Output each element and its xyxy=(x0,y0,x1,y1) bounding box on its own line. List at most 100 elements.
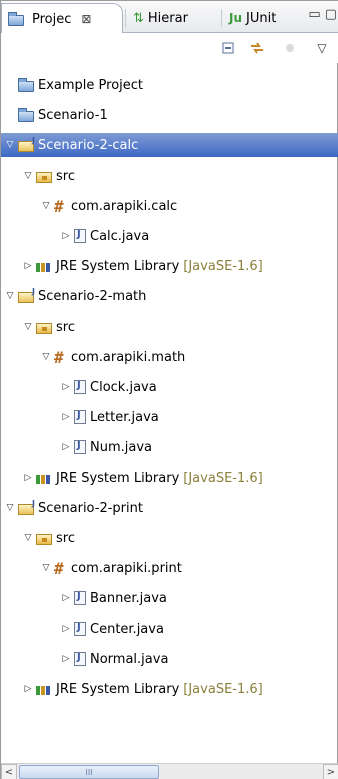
tree-item-label: com.arapiki.print xyxy=(71,560,182,576)
java-file-icon xyxy=(74,229,86,243)
tree-item[interactable]: Scenario-1 xyxy=(1,103,338,127)
tree-item[interactable]: ▷ Normal.java xyxy=(1,647,338,671)
tab-project-explorer[interactable]: Projec ⊠ xyxy=(1,3,123,34)
tree-item[interactable]: ▽ src xyxy=(1,164,338,188)
maximize-icon[interactable]: ▢ xyxy=(325,7,337,22)
scroll-thumb[interactable]: III xyxy=(19,765,159,779)
tree-item[interactable]: ▷ Center.java xyxy=(1,617,338,641)
tree-item[interactable]: ▷ Clock.java xyxy=(1,375,338,399)
tree-item-label: src xyxy=(56,530,75,546)
tree-item-label: Normal.java xyxy=(90,651,169,667)
expand-icon[interactable]: ▷ xyxy=(61,382,71,392)
expand-icon[interactable]: ▷ xyxy=(61,654,71,664)
java-project-icon xyxy=(18,499,35,515)
package-icon xyxy=(54,348,67,367)
folder-icon xyxy=(18,108,34,122)
tree-item-label: Banner.java xyxy=(90,590,167,606)
tree-item-label: Scenario-2-math xyxy=(38,288,147,304)
expand-icon[interactable]: ▷ xyxy=(23,261,33,271)
java-file-icon xyxy=(74,622,86,636)
package-explorer-view: Projec ⊠ ⇅ Hierar Ju JUnit ▭ ▢ ▽ Example… xyxy=(0,0,338,779)
tree-item-label: Scenario-2-calc xyxy=(38,137,139,153)
java-file-icon xyxy=(74,380,86,394)
tree-item[interactable]: ▽ com.arapiki.print xyxy=(1,556,338,580)
tree-item[interactable]: ▽ com.arapiki.math xyxy=(1,345,338,369)
tree-item-label: JRE System Library xyxy=(56,681,180,697)
library-icon xyxy=(36,472,52,484)
java-file-icon xyxy=(74,652,86,666)
tab-label: Hierar xyxy=(147,10,188,26)
tree-item-label: src xyxy=(56,168,75,184)
view-tab-strip: Projec ⊠ ⇅ Hierar Ju JUnit ▭ ▢ xyxy=(1,1,338,34)
jre-version-decoration: [JavaSE-1.6] xyxy=(183,258,263,274)
collapse-icon[interactable]: ▽ xyxy=(23,322,33,332)
tab-junit[interactable]: Ju JUnit xyxy=(223,3,301,33)
view-menu-icon[interactable]: ▽ xyxy=(313,39,331,57)
tree-item[interactable]: ▽ Scenario-2-math xyxy=(1,284,338,308)
tab-label: Projec xyxy=(32,11,72,27)
tab-divider xyxy=(125,9,126,27)
tree-item[interactable]: ▽ com.arapiki.calc xyxy=(1,194,338,218)
tree-item-label: JRE System Library xyxy=(56,258,180,274)
tree-item-label: Scenario-1 xyxy=(38,107,108,123)
collapse-icon[interactable]: ▽ xyxy=(5,291,15,301)
folder-icon xyxy=(18,78,34,92)
tree-item[interactable]: ▷ JRE System Library [JavaSE-1.6] xyxy=(1,254,338,278)
view-menu-disabled-icon xyxy=(281,39,299,57)
expand-icon[interactable]: ▷ xyxy=(61,442,71,452)
tree-item[interactable]: ▽ src xyxy=(1,526,338,550)
source-folder-icon xyxy=(36,323,52,334)
tree-item[interactable]: ▷ Calc.java xyxy=(1,224,338,248)
project-explorer-icon xyxy=(8,12,24,26)
collapse-icon[interactable]: ▽ xyxy=(23,171,33,181)
expand-icon[interactable]: ▷ xyxy=(23,684,33,694)
tree-item[interactable]: ▷ JRE System Library [JavaSE-1.6] xyxy=(1,677,338,701)
tree-item[interactable]: ▽ Scenario-2-print xyxy=(1,496,338,520)
tree-item-label: Example Project xyxy=(38,77,144,93)
horizontal-scrollbar[interactable]: < III > xyxy=(1,763,338,779)
expand-icon[interactable]: ▷ xyxy=(61,624,71,634)
tab-divider xyxy=(221,9,222,27)
tree-item-label: JRE System Library xyxy=(56,470,180,486)
collapse-icon[interactable]: ▽ xyxy=(41,563,51,573)
collapse-all-icon[interactable] xyxy=(219,39,237,57)
java-project-icon xyxy=(18,287,35,303)
tree-item[interactable]: Example Project xyxy=(1,73,338,97)
library-icon xyxy=(36,260,52,272)
collapse-icon[interactable]: ▽ xyxy=(5,140,15,150)
source-folder-icon xyxy=(36,534,52,545)
tree-item[interactable]: ▷ Banner.java xyxy=(1,586,338,610)
expand-icon[interactable]: ▷ xyxy=(61,231,71,241)
tree-item[interactable]: ▽ Scenario-2-calc xyxy=(1,133,338,157)
tree-item-label: src xyxy=(56,319,75,335)
tree-item[interactable]: ▷ Num.java xyxy=(1,435,338,459)
jre-version-decoration: [JavaSE-1.6] xyxy=(183,681,263,697)
java-file-icon xyxy=(74,410,86,424)
expand-icon[interactable]: ▷ xyxy=(61,412,71,422)
tree-item[interactable]: ▽ src xyxy=(1,315,338,339)
expand-icon[interactable]: ▷ xyxy=(23,473,33,483)
collapse-icon[interactable]: ▽ xyxy=(23,533,33,543)
package-icon xyxy=(54,197,67,216)
package-icon xyxy=(54,559,67,578)
scroll-right-icon[interactable]: > xyxy=(323,764,338,779)
tab-hierarchy[interactable]: ⇅ Hierar xyxy=(127,3,219,33)
library-icon xyxy=(36,683,52,695)
close-tab-icon[interactable]: ⊠ xyxy=(81,12,91,26)
tree-item-label: com.arapiki.calc xyxy=(71,198,178,214)
collapse-icon[interactable]: ▽ xyxy=(5,503,15,513)
tree-item[interactable]: ▷ Letter.java xyxy=(1,405,338,429)
tree-item-label: Num.java xyxy=(90,439,152,455)
tree-item-label: Clock.java xyxy=(90,379,157,395)
tree-item[interactable]: ▷ JRE System Library [JavaSE-1.6] xyxy=(1,466,338,490)
collapse-icon[interactable]: ▽ xyxy=(41,352,51,362)
minimize-icon[interactable]: ▭ xyxy=(308,7,320,22)
java-file-icon xyxy=(74,440,86,454)
tree-item-label: Center.java xyxy=(90,621,164,637)
collapse-icon[interactable]: ▽ xyxy=(41,201,51,211)
tree-item-label: Scenario-2-print xyxy=(38,500,143,516)
window-controls: ▭ ▢ xyxy=(308,7,337,22)
scroll-left-icon[interactable]: < xyxy=(1,764,17,779)
expand-icon[interactable]: ▷ xyxy=(61,593,71,603)
link-with-editor-icon[interactable] xyxy=(248,39,266,57)
